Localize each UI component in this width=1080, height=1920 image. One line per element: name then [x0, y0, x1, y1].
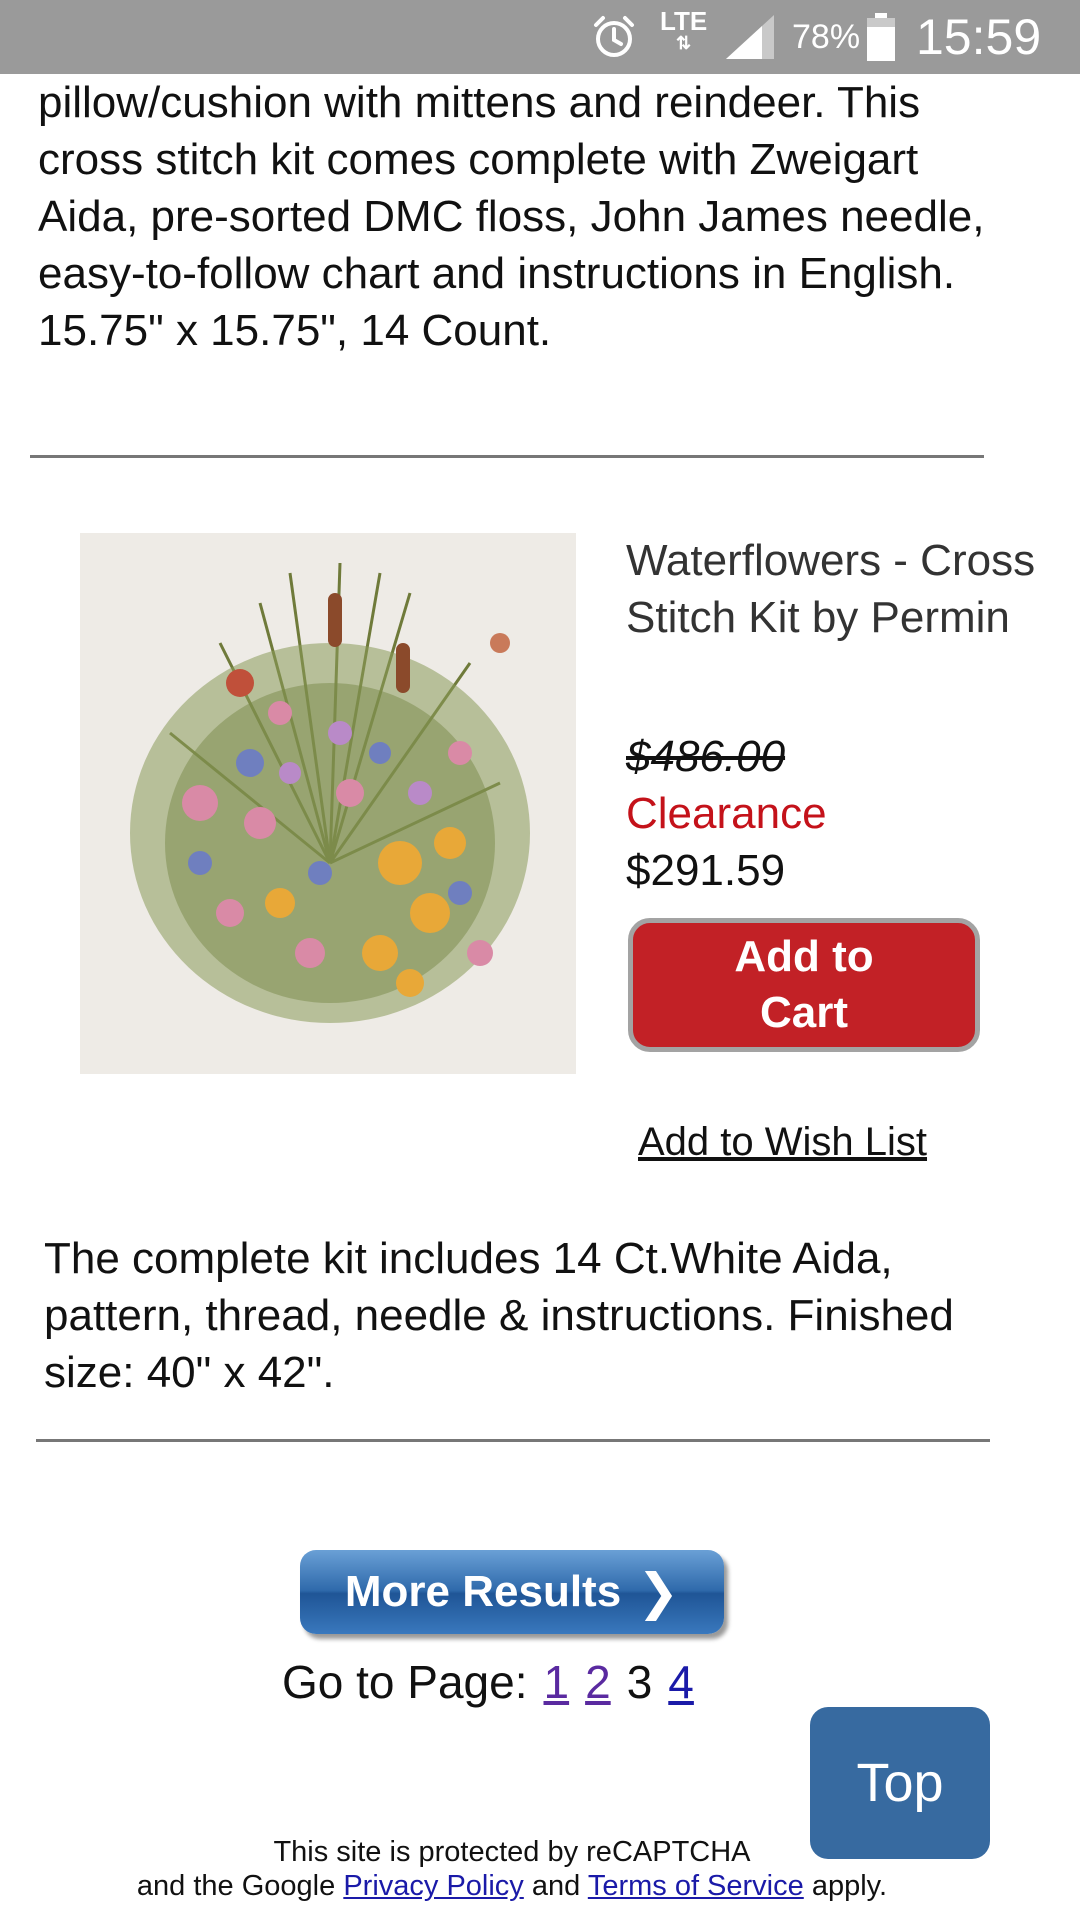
- battery-icon: [866, 0, 896, 74]
- recaptcha-line-1: This site is protected by reCAPTCHA: [273, 1836, 751, 1868]
- lte-indicator: LTE ⇅: [660, 6, 708, 53]
- battery-percent: 78%: [792, 17, 861, 56]
- sale-price: $291.59: [626, 846, 786, 895]
- page-link-4[interactable]: 4: [668, 1650, 694, 1714]
- divider: [36, 1439, 990, 1442]
- chevron-right-icon: ❯: [637, 1564, 680, 1620]
- add-to-cart-label: Add to Cart: [734, 932, 874, 1037]
- product-image[interactable]: [80, 533, 576, 1074]
- clearance-label: Clearance: [626, 789, 827, 838]
- page-navigation: Go to Page: 1 2 3 4: [282, 1650, 694, 1714]
- terms-of-service-link[interactable]: Terms of Service: [588, 1870, 804, 1902]
- previous-item-description: pillow/cushion with mittens and reindeer…: [38, 78, 985, 355]
- clock: 15:59: [916, 9, 1042, 65]
- product-title[interactable]: Waterflowers - Cross Stitch Kit by Permi…: [626, 532, 1046, 646]
- page-link-1[interactable]: 1: [544, 1650, 570, 1714]
- privacy-policy-link[interactable]: Privacy Policy: [343, 1870, 524, 1902]
- product-description: The complete kit includes 14 Ct.White Ai…: [44, 1234, 954, 1397]
- recaptcha-line-2: and the Google Privacy Policy and Terms …: [136, 1870, 888, 1902]
- status-bar: LTE ⇅ 78% 15:59: [0, 0, 1080, 74]
- page-link-2[interactable]: 2: [585, 1650, 611, 1714]
- signal-icon: [724, 0, 776, 74]
- current-page: 3: [626, 1656, 653, 1708]
- add-to-cart-button[interactable]: Add to Cart: [628, 918, 980, 1052]
- recaptcha-notice: This site is protected by reCAPTCHA and …: [0, 1835, 1024, 1903]
- alarm-icon: [590, 0, 638, 74]
- data-arrows-icon: ⇅: [676, 33, 692, 53]
- original-price: $486.00: [626, 732, 786, 781]
- more-results-label: More Results: [344, 1567, 622, 1616]
- top-label: Top: [856, 1753, 944, 1813]
- divider: [30, 455, 984, 458]
- add-to-wish-list-link[interactable]: Add to Wish List: [638, 1114, 927, 1170]
- more-results-button[interactable]: More Results ❯: [300, 1550, 724, 1634]
- go-to-page-label: Go to Page:: [282, 1656, 528, 1708]
